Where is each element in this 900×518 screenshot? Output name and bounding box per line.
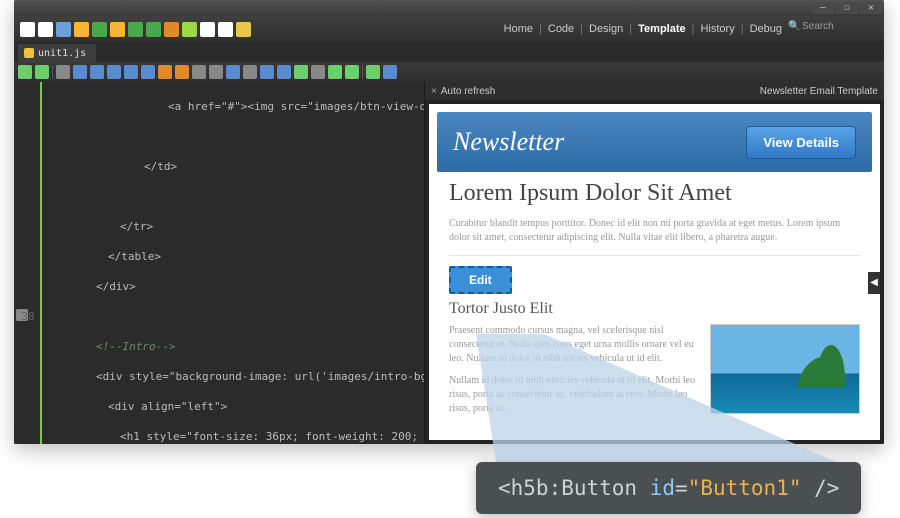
code-area[interactable]: <a href="#"><img src="images/btn-view-de… xyxy=(42,82,424,444)
gutter: 38 xyxy=(14,82,42,444)
t2-i9-icon[interactable] xyxy=(192,65,206,79)
tab-unit1[interactable]: unit1.js xyxy=(18,44,96,62)
newsletter-p2: Nullam id dolor id nibh ultricies vehicu… xyxy=(449,374,698,416)
t2-i16-icon[interactable] xyxy=(311,65,325,79)
menu-design[interactable]: Design xyxy=(589,23,623,35)
t2-i7-icon[interactable] xyxy=(158,65,172,79)
reload-icon[interactable] xyxy=(164,22,179,37)
auto-refresh-label[interactable]: Auto refresh xyxy=(441,86,495,97)
newsletter-intro: Curabitur blandit tempus porttitor. Done… xyxy=(449,217,860,245)
menu-template[interactable]: Template xyxy=(638,23,685,35)
t2-run-icon[interactable] xyxy=(18,65,32,79)
new-file-icon[interactable] xyxy=(20,22,35,37)
editor-toolbar xyxy=(14,62,884,82)
t2-i20-icon[interactable] xyxy=(383,65,397,79)
t2-paste-icon[interactable] xyxy=(90,65,104,79)
preview-close-icon[interactable]: × xyxy=(431,86,437,97)
minimize-button[interactable]: – xyxy=(812,2,834,14)
t2-cut-icon[interactable] xyxy=(56,65,70,79)
t2-i12-icon[interactable] xyxy=(243,65,257,79)
star-icon[interactable] xyxy=(236,22,251,37)
t2-copy-icon[interactable] xyxy=(73,65,87,79)
placeholder-image xyxy=(710,324,860,414)
callout-bubble: <h5b:Button id="Button1" /> xyxy=(476,462,861,514)
scroll-arrow-icon[interactable]: ◀ xyxy=(868,272,880,294)
refresh-icon[interactable] xyxy=(182,22,197,37)
divider xyxy=(449,255,860,256)
t2-i14-icon[interactable] xyxy=(277,65,291,79)
t2-i18-icon[interactable] xyxy=(345,65,359,79)
preview-panel: ×Auto refresh Newsletter Email Template … xyxy=(424,82,884,444)
t2-i17-icon[interactable] xyxy=(328,65,342,79)
main-area: 38 <a href="#"><img src="images/btn-view… xyxy=(14,82,884,444)
t2-i8-icon[interactable] xyxy=(175,65,189,79)
lightning-icon[interactable] xyxy=(74,22,89,37)
view-details-button[interactable]: View Details xyxy=(746,126,856,159)
window-titlebar: – ☐ ✕ xyxy=(14,0,884,16)
preview-title: Newsletter Email Template xyxy=(760,86,878,97)
toolbar-icons-left xyxy=(20,22,251,37)
t2-run2-icon[interactable] xyxy=(35,65,49,79)
redo-icon[interactable] xyxy=(146,22,161,37)
t2-i11-icon[interactable] xyxy=(226,65,240,79)
close-button[interactable]: ✕ xyxy=(860,2,882,14)
maximize-button[interactable]: ☐ xyxy=(836,2,858,14)
preview-toolbar: × Auto refresh Newsletter Email Template xyxy=(425,82,884,100)
newsletter-h1: Lorem Ipsum Dolor Sit Amet xyxy=(449,180,860,207)
menu-history[interactable]: History xyxy=(700,23,734,35)
tab-label: unit1.js xyxy=(38,48,86,59)
line-number: 38 xyxy=(14,309,42,324)
menu-home[interactable]: Home xyxy=(504,23,533,35)
newsletter-header: Newsletter View Details xyxy=(437,112,872,172)
search-input[interactable]: Search xyxy=(788,21,878,37)
t2-i19-icon[interactable] xyxy=(366,65,380,79)
t2-i4-icon[interactable] xyxy=(107,65,121,79)
t2-i15-icon[interactable] xyxy=(294,65,308,79)
doc2-icon[interactable] xyxy=(218,22,233,37)
menu-code[interactable]: Code xyxy=(548,23,574,35)
newsletter-h2: Tortor Justo Elit xyxy=(449,300,860,318)
tab-bar: unit1.js xyxy=(14,42,884,62)
newsletter-p1: Praesent commodo cursus magna, vel scele… xyxy=(449,324,698,366)
new-folder-icon[interactable] xyxy=(38,22,53,37)
lightning2-icon[interactable] xyxy=(110,22,125,37)
newsletter-logo: Newsletter xyxy=(453,127,564,157)
ide-window: – ☐ ✕ Home| Code| Design| Template| Hist… xyxy=(14,0,884,444)
save-icon[interactable] xyxy=(56,22,71,37)
t2-i13-icon[interactable] xyxy=(260,65,274,79)
menubar: Home| Code| Design| Template| History| D… xyxy=(14,16,884,42)
run-icon[interactable] xyxy=(92,22,107,37)
newsletter-content: Lorem Ipsum Dolor Sit Amet Curabitur bla… xyxy=(429,180,880,434)
edit-button[interactable]: Edit xyxy=(449,266,512,294)
menubar-right: Home| Code| Design| Template| History| D… xyxy=(504,21,878,37)
t2-i10-icon[interactable] xyxy=(209,65,223,79)
code-editor[interactable]: 38 <a href="#"><img src="images/btn-view… xyxy=(14,82,424,444)
undo-icon[interactable] xyxy=(128,22,143,37)
preview-body: Newsletter View Details Lorem Ipsum Dolo… xyxy=(429,104,880,440)
doc1-icon[interactable] xyxy=(200,22,215,37)
menu-debug[interactable]: Debug xyxy=(750,23,782,35)
t2-i5-icon[interactable] xyxy=(124,65,138,79)
t2-find-icon[interactable] xyxy=(141,65,155,79)
js-file-icon xyxy=(24,48,34,58)
